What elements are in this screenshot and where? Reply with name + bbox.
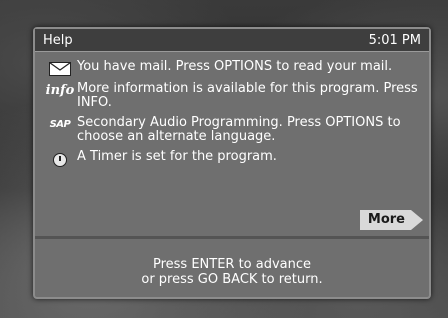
footer-line-1: Press ENTER to advance	[152, 257, 312, 272]
help-item-text: Secondary Audio Programming. Press OPTIO…	[77, 115, 401, 144]
help-item-timer: A Timer is set for the program.	[43, 150, 419, 167]
help-item-text: More information is available for this p…	[77, 81, 418, 110]
dialog-footer: Press ENTER to advance or press GO BACK …	[35, 239, 429, 305]
timer-icon	[53, 153, 67, 167]
help-dialog: Help 5:01 PM You have mail. Press OPTION…	[33, 27, 431, 299]
arrow-right-icon	[411, 210, 423, 230]
more-button-label: More	[359, 210, 411, 230]
mail-icon	[43, 60, 77, 76]
info-icon: info	[45, 83, 75, 98]
dialog-titlebar: Help 5:01 PM	[35, 29, 429, 52]
clock-time: 5:01 PM	[368, 32, 421, 48]
sap-icon: SAP	[49, 119, 71, 130]
help-item-text: A Timer is set for the program.	[77, 149, 277, 164]
help-item-mail: You have mail. Press OPTIONS to read you…	[43, 60, 419, 76]
tv-background: Help 5:01 PM You have mail. Press OPTION…	[0, 0, 448, 318]
more-button[interactable]: More	[359, 210, 423, 230]
footer-line-2: or press GO BACK to return.	[141, 272, 323, 287]
help-item-text: You have mail. Press OPTIONS to read you…	[77, 59, 393, 74]
help-content: You have mail. Press OPTIONS to read you…	[35, 52, 429, 239]
help-item-sap: SAP Secondary Audio Programming. Press O…	[43, 116, 419, 144]
help-item-info: info More information is available for t…	[43, 82, 419, 110]
dialog-title: Help	[43, 32, 73, 48]
